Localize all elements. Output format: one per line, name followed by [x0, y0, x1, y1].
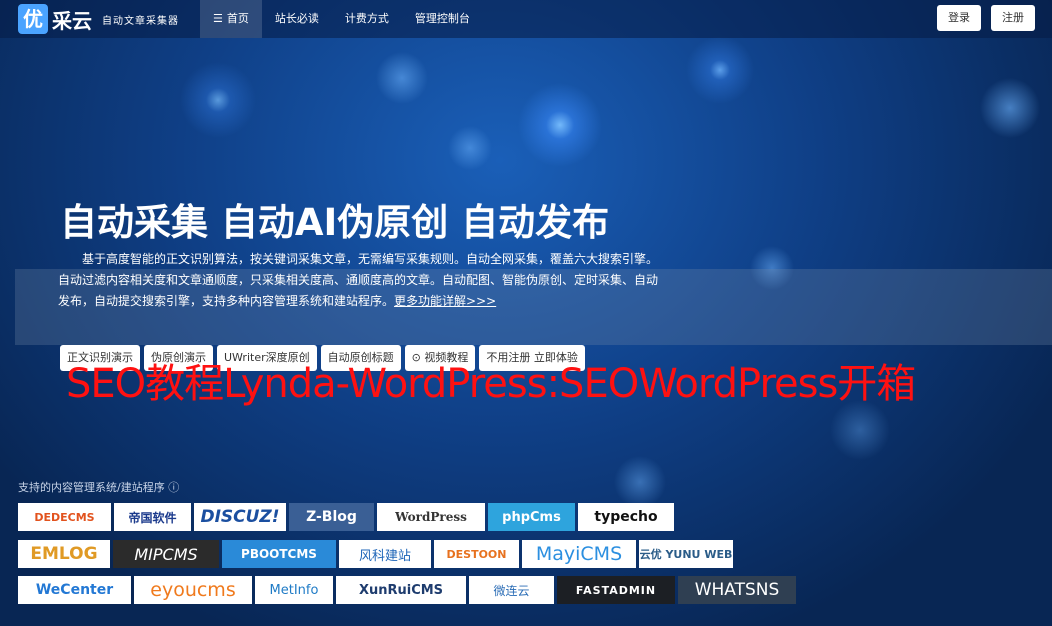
- cms-logo-diguo[interactable]: 帝国软件: [114, 503, 191, 531]
- cms-logo-metinfo[interactable]: MetInfo: [255, 576, 333, 604]
- cms-logo-discuz[interactable]: DISCUZ!: [194, 503, 286, 531]
- cms-row-3: WeCenter eyoucms MetInfo XunRuiCMS 微连云 F…: [18, 576, 796, 604]
- cms-logo-emlog[interactable]: EMLOG: [18, 540, 110, 568]
- cms-logo-xunrui[interactable]: XunRuiCMS: [336, 576, 466, 604]
- register-button[interactable]: 注册: [991, 5, 1035, 31]
- cms-logo-fastadmin[interactable]: FASTADMIN: [557, 576, 675, 604]
- video-tutorial-label: 视频教程: [424, 351, 469, 364]
- info-icon: ⓘ: [168, 481, 180, 494]
- nav-home[interactable]: ☰ 首页: [200, 0, 262, 38]
- cms-logo-wordpress[interactable]: WordPress: [377, 503, 485, 531]
- site-logo[interactable]: 优 采云 自动文章采集器: [18, 4, 179, 34]
- hero-description-text: 基于高度智能的正文识别算法，按关键词采集文章，无需编写采集规则。自动全网采集，覆…: [58, 252, 659, 308]
- cms-logo-phpcms[interactable]: phpCms: [488, 503, 575, 531]
- cms-logo-destoon[interactable]: DESTOON: [434, 540, 519, 568]
- login-button[interactable]: 登录: [937, 5, 981, 31]
- cms-logo-zblog[interactable]: Z-Blog: [289, 503, 374, 531]
- more-features-link[interactable]: 更多功能详解>>>: [394, 294, 496, 308]
- main-nav: ☰ 首页 站长必读 计费方式 管理控制台: [200, 0, 483, 38]
- feature-buttons: 正文识别演示 伪原创演示 UWriter深度原创 自动原创标题 ⊙ 视频教程 不…: [60, 345, 585, 371]
- logo-name: 采云: [52, 8, 92, 33]
- hero-description: 基于高度智能的正文识别算法，按关键词采集文章，无需编写采集规则。自动全网采集，覆…: [58, 249, 658, 312]
- logo-tagline: 自动文章采集器: [102, 15, 179, 27]
- cms-logo-typecho[interactable]: typecho: [578, 503, 674, 531]
- video-tutorial-button[interactable]: ⊙ 视频教程: [404, 345, 476, 371]
- try-now-button[interactable]: 不用注册 立即体验: [479, 345, 585, 371]
- play-icon: ⊙: [411, 351, 421, 364]
- cms-logo-weilianyun[interactable]: 微连云: [469, 576, 554, 604]
- cms-logo-eyoucms[interactable]: eyoucms: [134, 576, 252, 604]
- cms-heading: 支持的内容管理系统/建站程序 ⓘ: [18, 479, 179, 495]
- hero-title: 自动采集 自动AI伪原创 自动发布: [60, 201, 610, 244]
- nav-home-label: 首页: [226, 12, 249, 25]
- list-icon: ☰: [213, 12, 223, 25]
- cms-logo-mipcms[interactable]: MIPCMS: [113, 540, 219, 568]
- cms-row-1: DEDECMS 帝国软件 DISCUZ! Z-Blog WordPress ph…: [18, 503, 674, 531]
- uwriter-button[interactable]: UWriter深度原创: [217, 345, 317, 371]
- top-navbar: 优 采云 自动文章采集器 ☰ 首页 站长必读 计费方式 管理控制台 登录 注册: [0, 0, 1052, 38]
- cms-logo-dedecms[interactable]: DEDECMS: [18, 503, 111, 531]
- nav-must-read[interactable]: 站长必读: [262, 0, 332, 38]
- cms-logo-whatsns[interactable]: WHATSNS: [678, 576, 796, 604]
- logo-icon: 优: [18, 4, 48, 34]
- demo-rewrite-button[interactable]: 伪原创演示: [144, 345, 213, 371]
- nav-pricing[interactable]: 计费方式: [332, 0, 402, 38]
- cms-logo-wecenter[interactable]: WeCenter: [18, 576, 131, 604]
- nav-console[interactable]: 管理控制台: [402, 0, 483, 38]
- cms-row-2: EMLOG MIPCMS PBOOTCMS 风科建站 DESTOON MayiC…: [18, 540, 733, 568]
- cms-logo-mayicms[interactable]: MayiCMS: [522, 540, 636, 568]
- demo-extract-button[interactable]: 正文识别演示: [60, 345, 140, 371]
- cms-logo-fengke[interactable]: 风科建站: [339, 540, 431, 568]
- auto-title-button[interactable]: 自动原创标题: [320, 345, 401, 371]
- cms-heading-text: 支持的内容管理系统/建站程序: [18, 481, 165, 494]
- cms-logo-pbootcms[interactable]: PBOOTCMS: [222, 540, 336, 568]
- cms-logo-yunyou[interactable]: 云优 YUNU WEB: [639, 540, 733, 568]
